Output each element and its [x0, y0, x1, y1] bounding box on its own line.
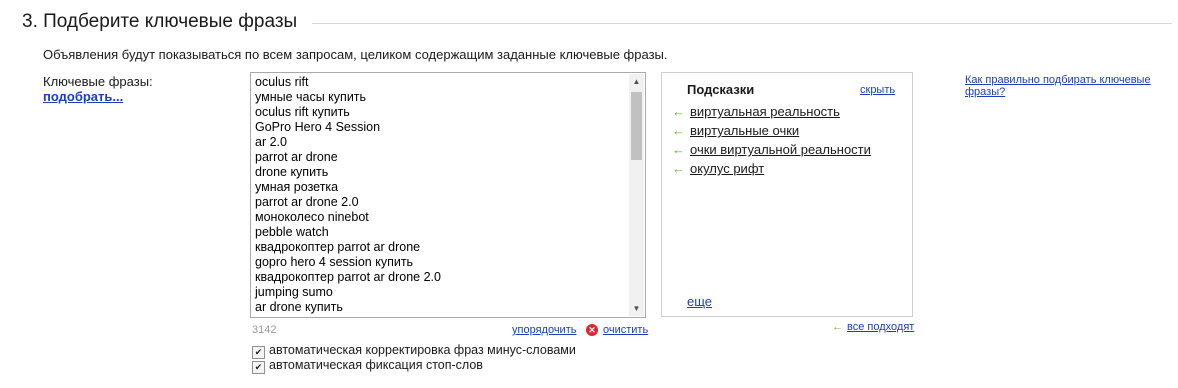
- stopwords-checkbox[interactable]: ✔: [252, 361, 265, 374]
- all-fit-row[interactable]: ← все подходят: [832, 321, 914, 333]
- stopwords-option: ✔ автоматическая фиксация стоп-слов: [252, 358, 483, 374]
- order-keywords-link[interactable]: упорядочить: [512, 324, 576, 336]
- add-hint-arrow-icon[interactable]: ←: [672, 142, 685, 157]
- clear-icon[interactable]: ✕: [586, 324, 598, 336]
- arrow-left-icon: ←: [832, 321, 843, 333]
- keyword-line: oculus rift: [255, 75, 309, 89]
- keyword-line: умные часы купить: [255, 90, 367, 104]
- autocorrect-option: ✔ автоматическая корректировка фраз минус…: [252, 343, 576, 359]
- add-hint-arrow-icon[interactable]: ←: [672, 104, 685, 119]
- title-divider: [312, 23, 1172, 24]
- hint-link[interactable]: виртуальная реальность: [690, 104, 840, 119]
- keyword-line: oculus rift купить: [255, 105, 350, 119]
- hint-item[interactable]: ← виртуальные очки: [672, 123, 799, 138]
- keyword-line: квадрокоптер parrot ar drone 2.0: [255, 270, 441, 284]
- keyword-line: gopro hero 4 session купить: [255, 255, 414, 269]
- scroll-up-arrow-icon[interactable]: ▲: [629, 74, 644, 89]
- hint-link[interactable]: окулус рифт: [690, 161, 764, 176]
- keywords-textarea[interactable]: oculus rift умные часы купить oculus rift …: [250, 72, 646, 318]
- hints-title: Подсказки: [687, 82, 755, 97]
- hints-panel: Подсказки скрыть ← виртуальная реальность…: [661, 72, 913, 317]
- keyword-line: jumping sumo: [255, 285, 333, 299]
- keywords-scrollbar[interactable]: ▲ ▼: [629, 74, 644, 316]
- keyword-line: parrot ar drone: [255, 150, 338, 164]
- section-title: 3. Подберите ключевые фразы: [22, 11, 298, 32]
- hint-item[interactable]: ← виртуальная реальность: [672, 104, 840, 119]
- more-hints-link[interactable]: еще: [687, 294, 712, 309]
- add-hint-arrow-icon[interactable]: ←: [672, 161, 685, 176]
- keyword-line: ar drone купить: [255, 300, 343, 314]
- all-fit-link[interactable]: все подходят: [847, 321, 914, 333]
- help-link[interactable]: Как правильно подбирать ключевые фразы?: [965, 74, 1165, 98]
- hint-link[interactable]: виртуальные очки: [690, 123, 799, 138]
- hint-item[interactable]: ← окулус рифт: [672, 161, 764, 176]
- hint-link[interactable]: очки виртуальной реальности: [690, 142, 871, 157]
- section-description: Объявления будут показываться по всем за…: [43, 47, 668, 62]
- keywords-count: 3142: [252, 324, 277, 336]
- scroll-down-arrow-icon[interactable]: ▼: [629, 301, 644, 316]
- stopwords-label: автоматическая фиксация стоп-слов: [269, 358, 483, 372]
- autocorrect-label: автоматическая корректировка фраз минус-…: [269, 343, 576, 357]
- keyword-line: pebble watch: [255, 225, 329, 239]
- keyword-line: parrot ar drone 2.0: [255, 195, 359, 209]
- keywords-label: Ключевые фразы:: [43, 74, 153, 89]
- keyword-line: drone купить: [255, 165, 329, 179]
- keyword-line: GoPro Hero 4 Session: [255, 120, 381, 134]
- hide-hints-link[interactable]: скрыть: [860, 84, 895, 96]
- keyword-line: умная розетка: [255, 180, 339, 194]
- clear-keywords-link[interactable]: очистить: [603, 324, 648, 336]
- add-hint-arrow-icon[interactable]: ←: [672, 123, 685, 138]
- pick-keywords-link[interactable]: подобрать...: [43, 89, 123, 104]
- scroll-thumb[interactable]: [631, 92, 642, 160]
- keyword-line: квадрокоптер parrot ar drone: [255, 240, 421, 254]
- keywords-list: oculus rift умные часы купить oculus rift …: [255, 75, 627, 315]
- hint-item[interactable]: ← очки виртуальной реальности: [672, 142, 871, 157]
- keyword-line: ar 2.0: [255, 135, 287, 149]
- keyword-line: моноколесо ninebot: [255, 210, 369, 224]
